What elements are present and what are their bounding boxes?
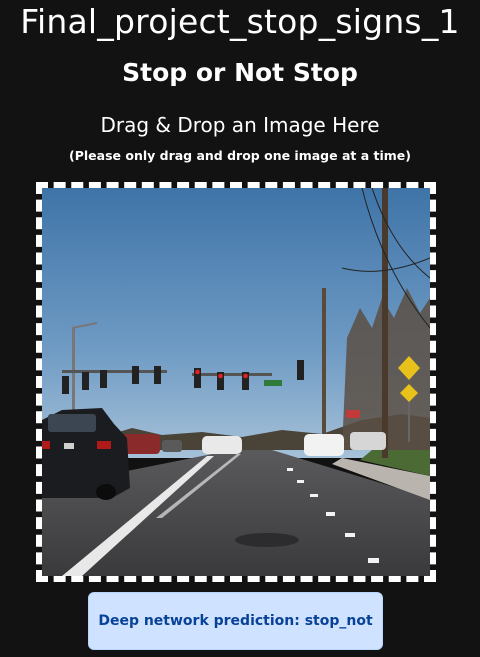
prediction-text: Deep network prediction: stop_not (98, 613, 373, 629)
image-drop-zone[interactable] (36, 182, 436, 582)
drop-zone-note: (Please only drag and drop one image at … (69, 148, 411, 163)
uploaded-image (42, 188, 430, 576)
prediction-result: Deep network prediction: stop_not (88, 592, 383, 650)
app-title: Final_project_stop_signs_1 (20, 2, 460, 41)
app-subtitle: Stop or Not Stop (122, 58, 358, 87)
drop-zone-heading: Drag & Drop an Image Here (100, 113, 380, 137)
